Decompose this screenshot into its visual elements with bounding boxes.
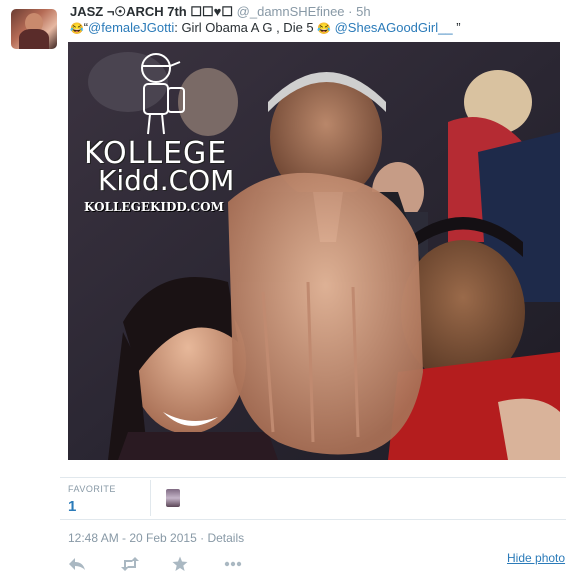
watermark: KOLLEGE Kidd.COM KOLLEGEKIDD.COM <box>84 52 244 222</box>
timestamp-separator: · <box>200 531 205 545</box>
user-avatar[interactable] <box>11 9 57 49</box>
quote-close: ” <box>452 20 461 35</box>
screen-name[interactable]: @_damnSHEfinee <box>237 4 345 19</box>
tweet-actions <box>68 555 276 573</box>
reply-button[interactable] <box>68 555 120 573</box>
reply-icon <box>69 558 85 570</box>
more-button[interactable] <box>224 555 276 573</box>
tweet-body: : Girl Obama A G , Die 5 <box>174 20 318 35</box>
watermark-url: KOLLEGEKIDD.COM <box>84 200 224 214</box>
favorite-label: FAVORITE <box>68 484 116 494</box>
star-icon <box>172 556 188 571</box>
laughing-emoji-icon: 😂 <box>317 23 331 35</box>
retweet-button[interactable] <box>120 555 172 573</box>
watermark-text: Kidd.COM <box>98 164 235 197</box>
tweet-header: JASZ ¬☉ARCH 7th ☐☐♥☐ @_damnSHEfinee · 5h <box>70 4 371 20</box>
more-icon <box>224 561 242 567</box>
laughing-emoji-icon: 😂 <box>70 23 84 35</box>
details-link[interactable]: Details <box>207 531 244 545</box>
timestamp-text[interactable]: 12:48 AM - 20 Feb 2015 <box>68 531 197 545</box>
tweet-timestamp: 12:48 AM - 20 Feb 2015 · Details <box>68 531 244 545</box>
relative-time[interactable]: 5h <box>356 4 370 19</box>
favorite-button[interactable] <box>172 555 224 573</box>
display-name[interactable]: JASZ ¬☉ARCH 7th ☐☐♥☐ <box>70 4 233 19</box>
favoriter-avatar[interactable] <box>166 489 180 507</box>
divider <box>60 477 566 478</box>
hide-photo-link[interactable]: Hide photo <box>507 551 565 565</box>
divider <box>60 519 566 520</box>
favorite-count[interactable]: 1 <box>68 498 116 515</box>
favorite-stat[interactable]: FAVORITE 1 <box>68 484 116 515</box>
stats-separator <box>150 480 151 516</box>
header-separator: · <box>348 4 353 19</box>
mascot-logo-icon <box>141 53 185 135</box>
avatar-body <box>19 29 49 49</box>
retweet-icon <box>121 557 139 571</box>
mention-femalejgotti[interactable]: @femaleJGotti <box>88 20 174 35</box>
mention-shesagoodgirl[interactable]: @ShesAGoodGirl__ <box>335 20 453 35</box>
tweet-text: 😂“@femaleJGotti: Girl Obama A G , Die 5 … <box>70 20 461 35</box>
